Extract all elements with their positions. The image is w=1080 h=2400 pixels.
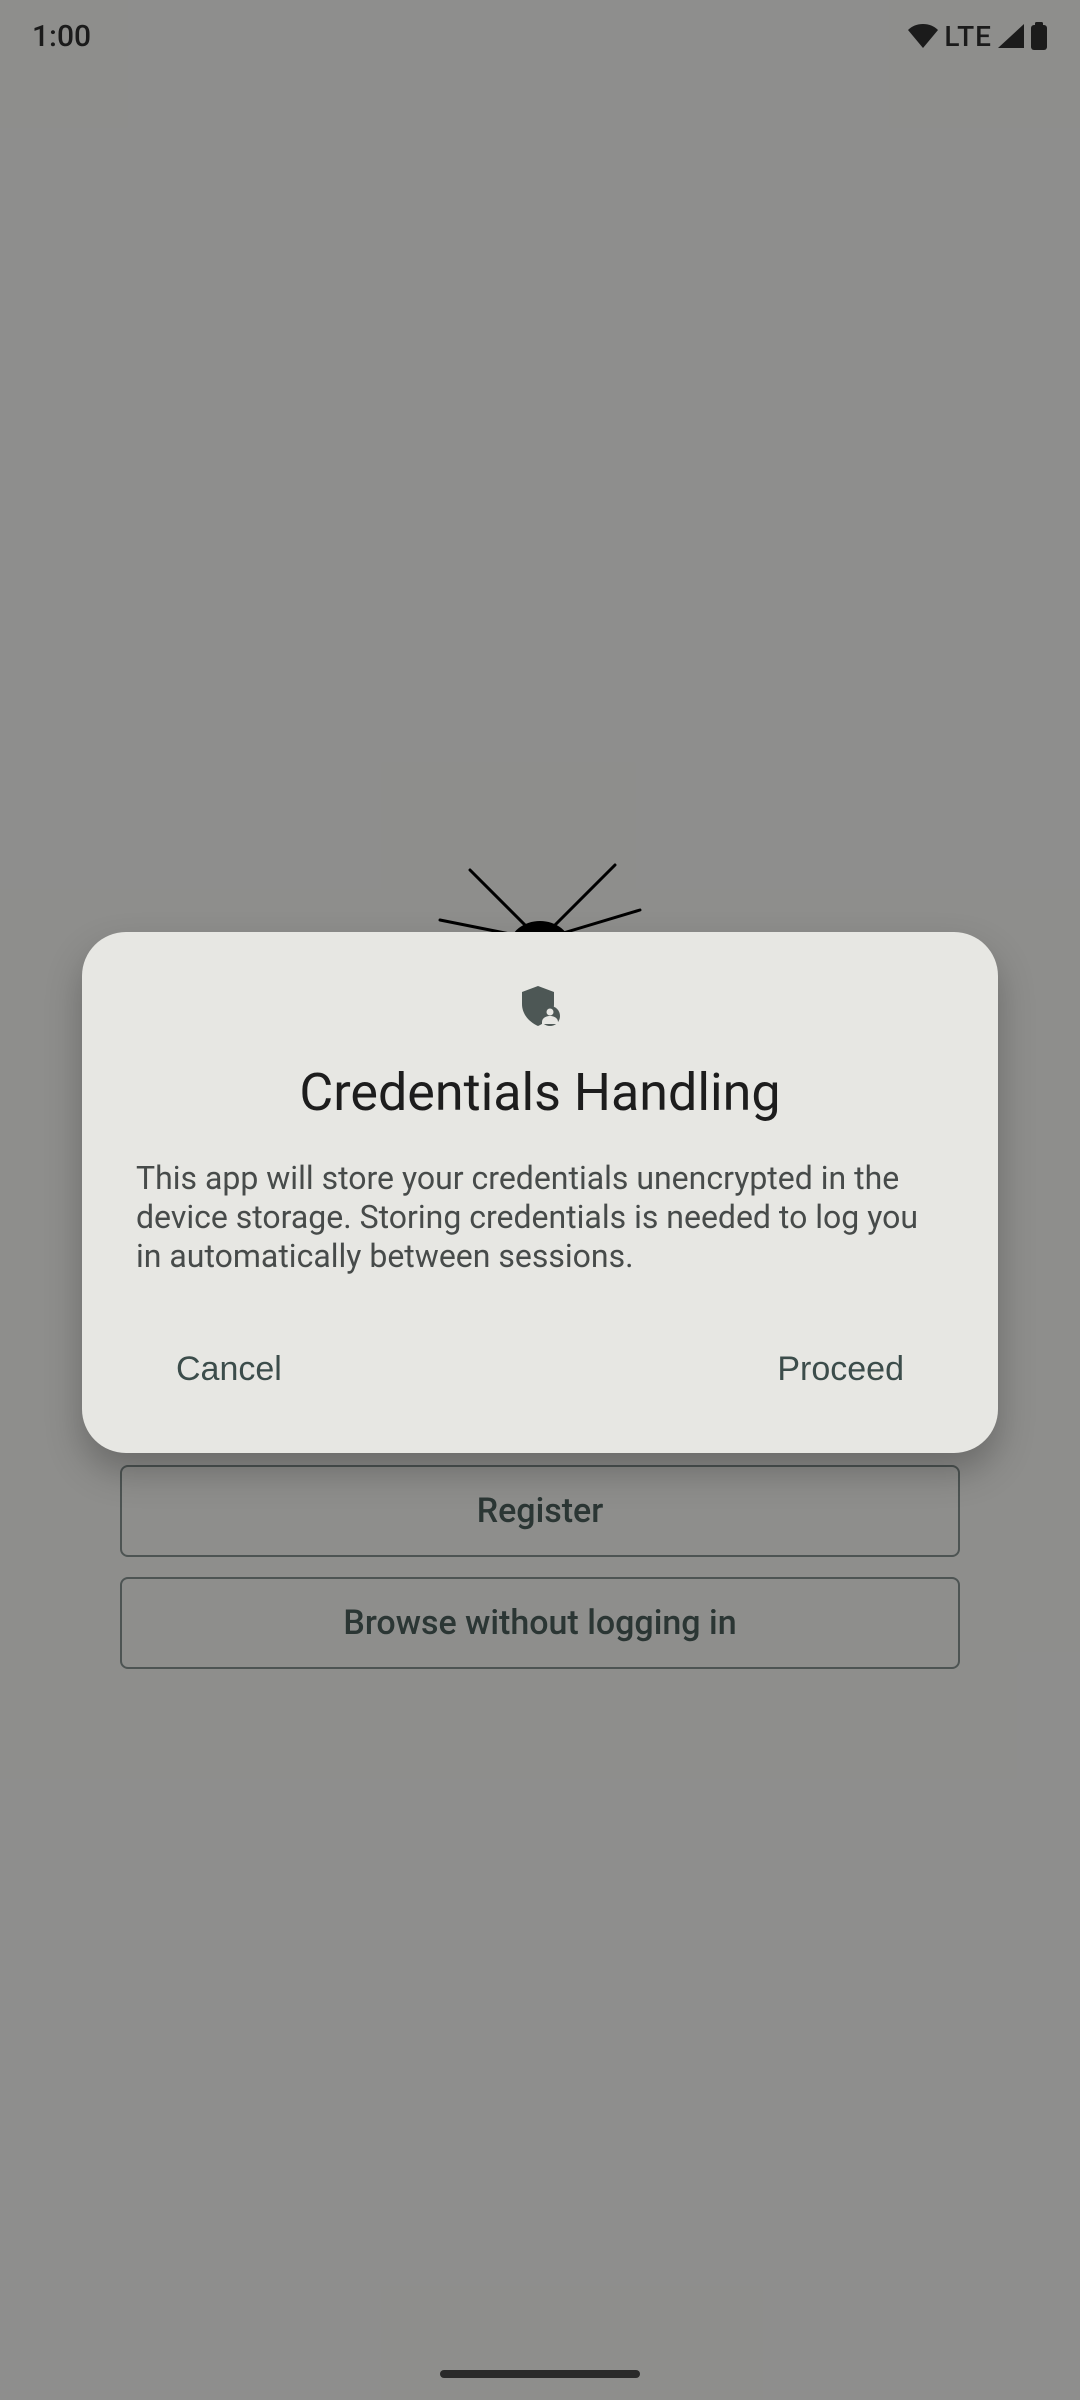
cancel-button-label: Cancel	[176, 1350, 282, 1388]
battery-icon	[1030, 22, 1048, 50]
cancel-button[interactable]: Cancel	[146, 1330, 312, 1409]
status-time: 1:00	[32, 19, 91, 54]
dialog-body-text: This app will store your credentials une…	[136, 1159, 944, 1276]
proceed-button[interactable]: Proceed	[747, 1330, 934, 1409]
network-label: LTE	[944, 20, 992, 53]
nav-gesture-handle[interactable]	[440, 2370, 640, 2378]
shield-account-icon	[516, 982, 564, 1034]
cellular-icon	[998, 24, 1024, 48]
proceed-button-label: Proceed	[777, 1350, 904, 1388]
dialog-title: Credentials Handling	[136, 1062, 944, 1123]
credentials-dialog: Credentials Handling This app will store…	[82, 932, 998, 1453]
wifi-icon	[908, 24, 938, 48]
status-bar: 1:00 LTE	[0, 0, 1080, 72]
